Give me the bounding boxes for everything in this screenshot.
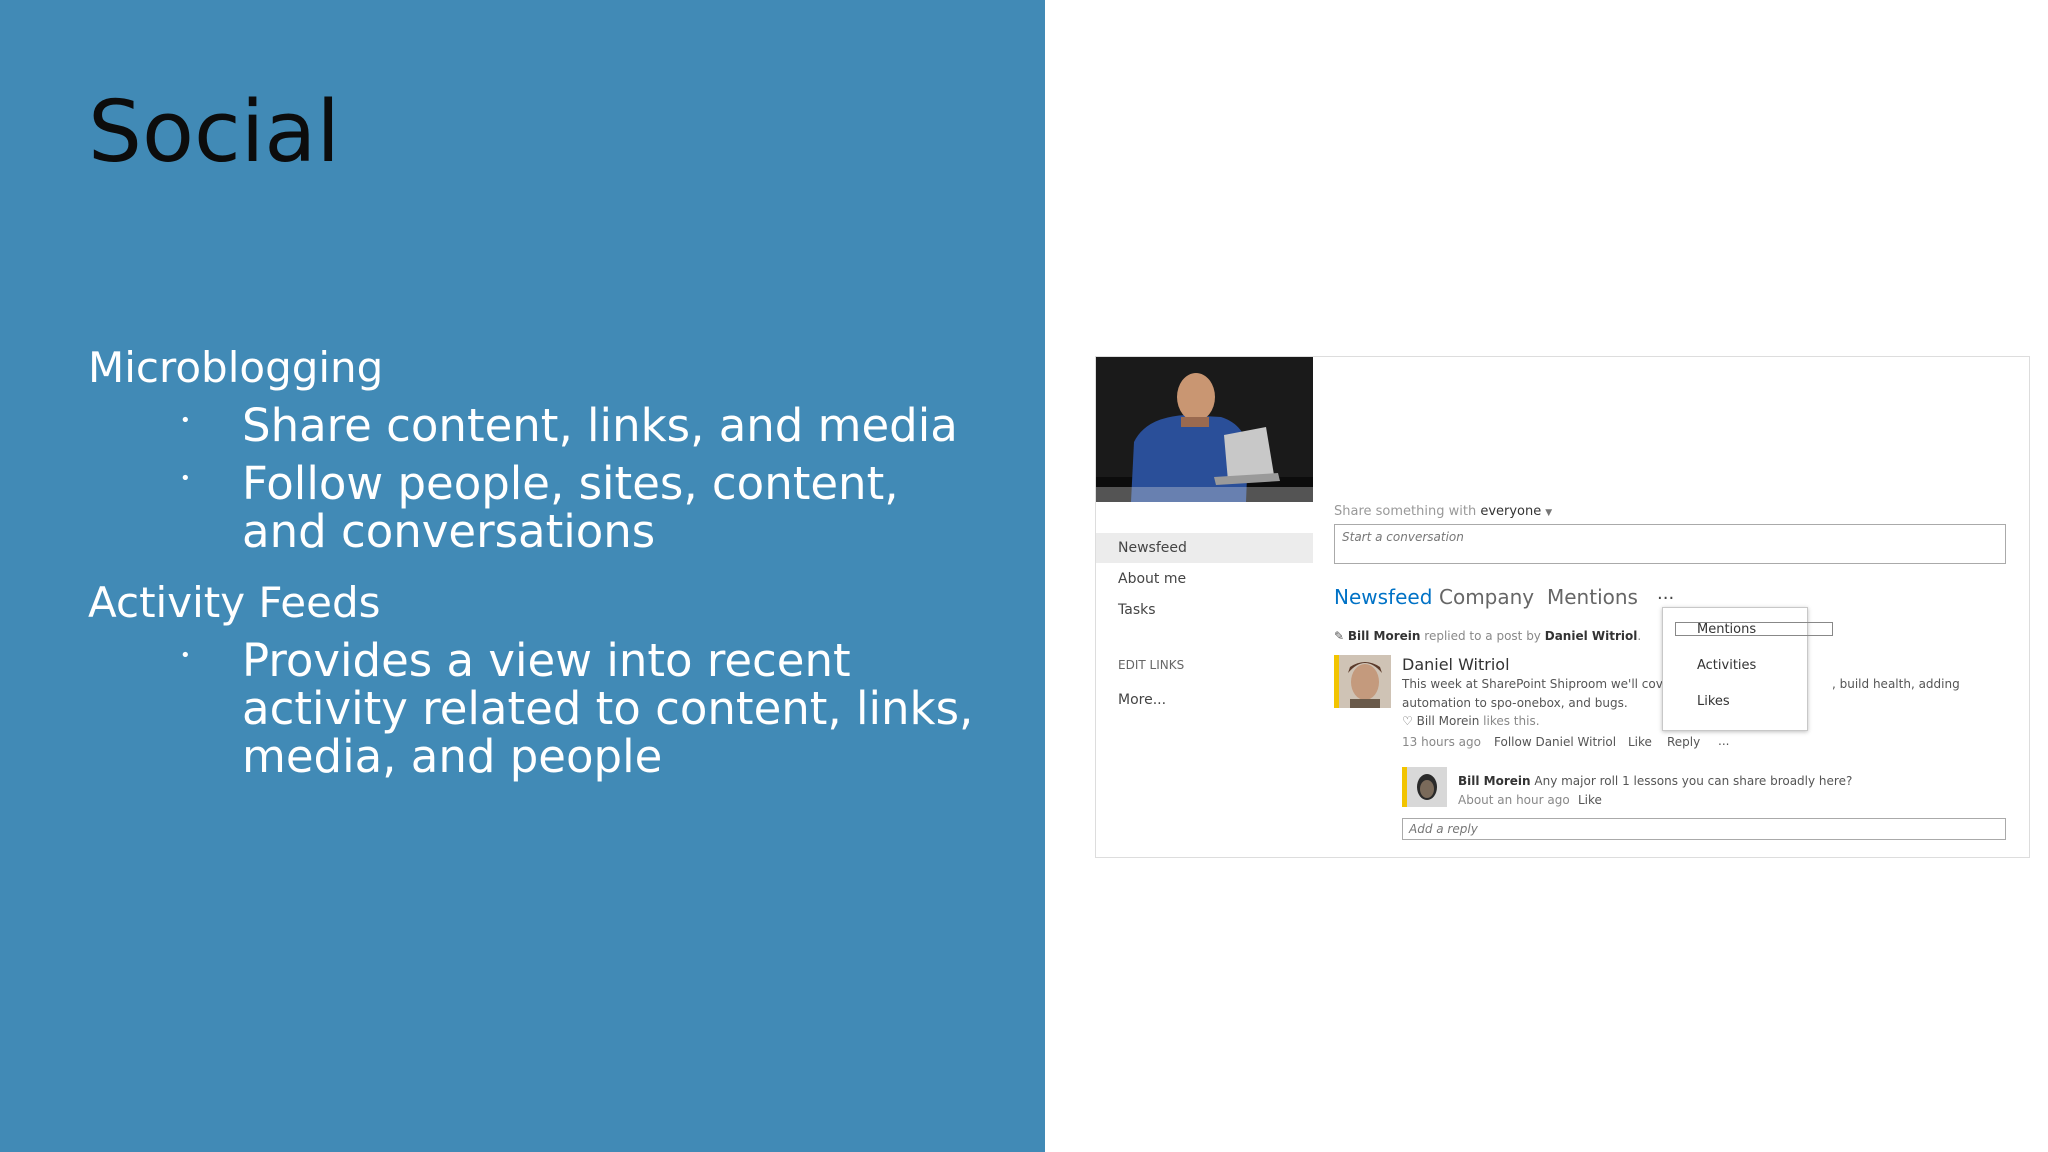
reply-author[interactable]: Bill Morein <box>1458 774 1531 788</box>
add-reply-input[interactable]: Add a reply <box>1402 818 2006 840</box>
more-link[interactable]: More... <box>1118 692 1166 708</box>
post-header-middle: replied to a post by <box>1424 629 1541 643</box>
conversation-input[interactable]: Start a conversation <box>1334 524 2006 564</box>
avatar-daniel-witriol[interactable] <box>1334 655 1391 708</box>
bullet-icon: • <box>180 410 191 431</box>
bullet-text: Follow people, sites, content, and conve… <box>242 457 899 558</box>
share-prefix: Share something with <box>1334 504 1477 519</box>
post-more-button[interactable]: ... <box>1718 734 1729 748</box>
nav-item-newsfeed[interactable]: Newsfeed <box>1096 533 1313 563</box>
reply-like-link[interactable]: Like <box>1578 793 1602 807</box>
pencil-icon: ✎ <box>1334 629 1345 643</box>
follow-link[interactable]: Follow Daniel Witriol <box>1494 735 1616 749</box>
share-audience-line: Share something with everyone ▼ <box>1334 504 1552 519</box>
heart-icon: ♡ <box>1402 714 1413 728</box>
left-panel: Social Microblogging • Share content, li… <box>0 0 1045 1152</box>
avatar-image <box>1334 655 1391 708</box>
post-body-line2: automation to spo-onebox, and bugs. <box>1402 696 1628 710</box>
tab-newsfeed[interactable]: Newsfeed <box>1334 585 1432 609</box>
tabs-more-button[interactable]: ... <box>1657 583 1674 604</box>
slide-title: Social <box>88 83 341 182</box>
conversation-placeholder: Start a conversation <box>1342 530 1464 544</box>
reply-content: Bill Morein Any major roll 1 lessons you… <box>1458 774 1852 788</box>
audience-selector[interactable]: everyone <box>1480 504 1541 519</box>
feed-filter-dropdown[interactable]: Mentions Activities Likes <box>1662 607 1833 731</box>
post-author[interactable]: Daniel Witriol <box>1402 655 1510 674</box>
section-heading-microblogging: Microblogging <box>88 343 384 392</box>
nav-item-tasks[interactable]: Tasks <box>1096 595 1313 625</box>
edit-links-link[interactable]: EDIT LINKS <box>1118 658 1184 672</box>
dropdown-item-likes[interactable]: Likes <box>1697 694 1730 709</box>
reply-time: About an hour ago <box>1458 793 1570 807</box>
likes-user[interactable]: Bill Morein <box>1417 714 1480 728</box>
tab-company[interactable]: Company <box>1439 585 1534 609</box>
bullet-text: Provides a view into recent activity rel… <box>242 634 974 783</box>
chevron-down-icon[interactable]: ▼ <box>1545 508 1552 518</box>
dropdown-item-mentions[interactable]: Mentions <box>1697 622 1756 637</box>
like-link[interactable]: Like <box>1628 735 1652 749</box>
bullet-icon: • <box>180 468 191 489</box>
post-body-line1-right: , build health, adding <box>1832 677 1960 691</box>
avatar-bill-morein[interactable] <box>1402 767 1447 807</box>
post-header-target[interactable]: Daniel Witriol <box>1545 629 1638 643</box>
add-reply-placeholder: Add a reply <box>1409 822 1478 836</box>
post-body-line1: This week at SharePoint Shiproom we'll c… <box>1402 677 1683 691</box>
avatar-image <box>1402 767 1447 807</box>
bullet-text: Share content, links, and media <box>242 399 958 452</box>
post-header-user[interactable]: Bill Morein <box>1348 629 1421 643</box>
sharepoint-newsfeed-screenshot: Newsfeed About me Tasks EDIT LINKS More.… <box>1095 356 2030 858</box>
profile-photo <box>1096 357 1313 502</box>
tab-mentions[interactable]: Mentions <box>1547 585 1638 609</box>
likes-suffix: likes this. <box>1483 714 1540 728</box>
bullet-icon: • <box>180 645 191 666</box>
post-header: ✎ Bill Morein replied to a post by Danie… <box>1334 629 1642 643</box>
post-time: 13 hours ago <box>1402 735 1481 749</box>
dropdown-item-activities[interactable]: Activities <box>1697 658 1756 673</box>
reply-link[interactable]: Reply <box>1667 735 1700 749</box>
section-heading-activity-feeds: Activity Feeds <box>88 578 381 627</box>
profile-photo-image <box>1096 357 1313 502</box>
reply-text: Any major roll 1 lessons you can share b… <box>1534 774 1853 788</box>
post-likes: ♡ Bill Morein likes this. <box>1402 714 1540 728</box>
nav-item-about-me[interactable]: About me <box>1096 564 1313 594</box>
